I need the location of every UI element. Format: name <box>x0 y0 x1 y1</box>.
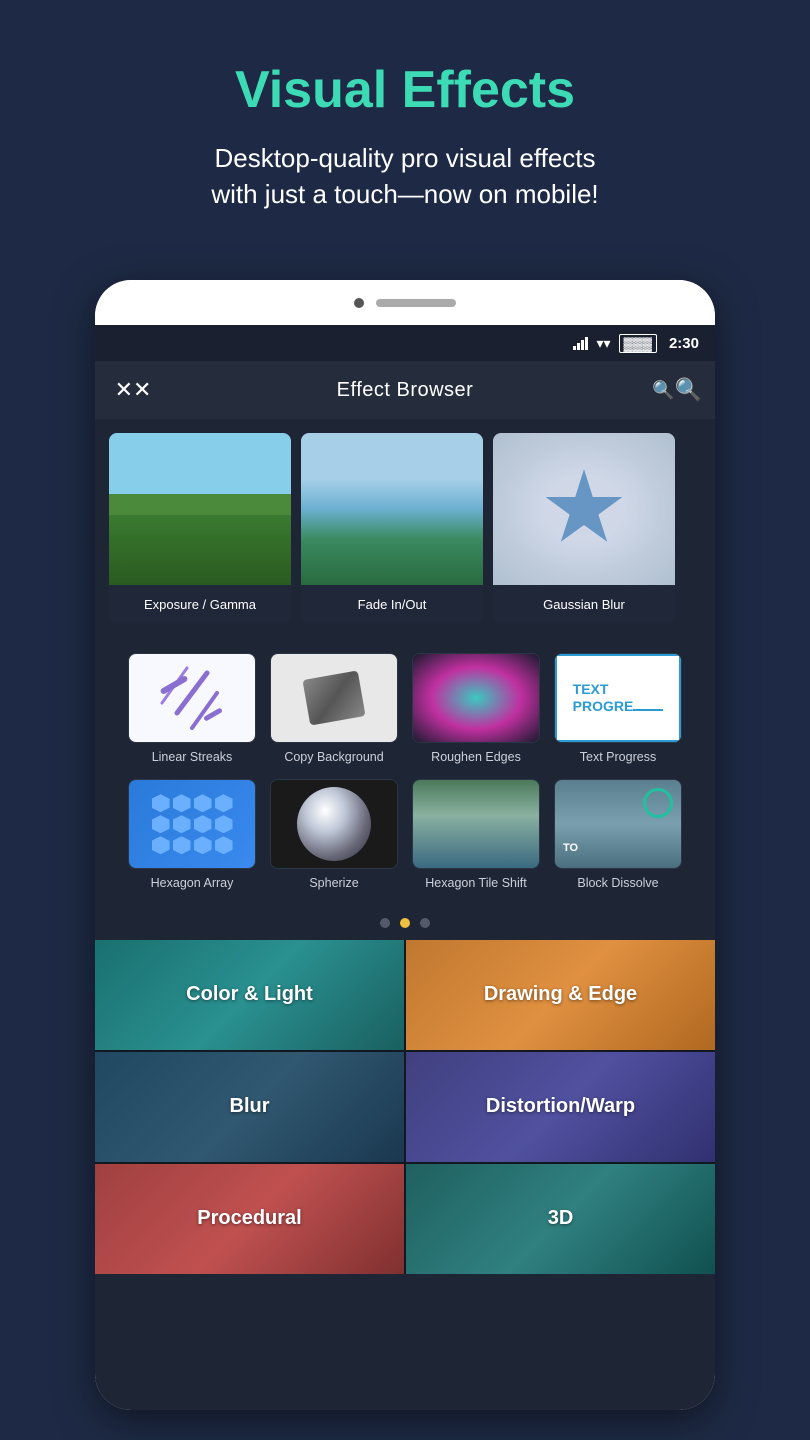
hex-cell <box>173 794 191 812</box>
dissolve-circle <box>643 788 673 818</box>
phone-top-bar <box>95 280 715 325</box>
phone-speaker <box>376 299 456 307</box>
linear-thumb <box>128 653 256 743</box>
hex-cell <box>152 836 170 854</box>
effect-card-fade[interactable]: Fade In/Out <box>301 433 483 623</box>
effect-item-hexshift[interactable]: Hexagon Tile Shift <box>410 779 542 891</box>
horizontal-scroll[interactable]: Exposure / Gamma Fade In/Out Gaussian Bl… <box>95 419 715 637</box>
hex-grid <box>152 794 233 854</box>
hex-cell <box>215 794 233 812</box>
category-drawing-label: Drawing & Edge <box>484 983 637 1006</box>
effect-item-blockdissolve[interactable]: TO Block Dissolve <box>552 779 684 891</box>
copy-shape <box>302 670 365 725</box>
text-thumb: TEXTPROGRE <box>554 653 682 743</box>
sphere-shape <box>297 787 371 861</box>
fade-label: Fade In/Out <box>301 585 483 623</box>
linear-thumb-img <box>129 654 255 742</box>
category-3d-label: 3D <box>548 1207 574 1230</box>
effect-item-text[interactable]: TEXTPROGRE Text Progress <box>552 653 684 765</box>
hexshift-thumb-img <box>413 780 539 868</box>
category-blur-label: Blur <box>230 1095 270 1118</box>
category-distortion[interactable]: Distortion/Warp <box>406 1052 715 1162</box>
hexshift-name: Hexagon Tile Shift <box>425 875 526 891</box>
gaussian-label: Gaussian Blur <box>493 585 675 623</box>
phone-mockup: ▾▾ ▓▓▓ 2:30 ✕ Effect Browser 🔍 Exposure … <box>95 280 715 1410</box>
category-procedural-label: Procedural <box>197 1207 301 1230</box>
wifi-icon: ▾▾ <box>596 335 610 352</box>
copy-thumb <box>270 653 398 743</box>
category-blur[interactable]: Blur <box>95 1052 404 1162</box>
effect-card-gaussian[interactable]: Gaussian Blur <box>493 433 675 623</box>
hex-cell <box>173 815 191 833</box>
blockdissolve-name: Block Dissolve <box>577 875 658 891</box>
hex-cell <box>194 836 212 854</box>
hex-cell <box>173 836 191 854</box>
blockdissolve-thumb-img: TO <box>555 780 681 868</box>
roughen-thumb <box>412 653 540 743</box>
hex-cell <box>215 836 233 854</box>
screen-title: Effect Browser <box>337 379 474 402</box>
hexshift-thumb <box>412 779 540 869</box>
spherize-name: Spherize <box>309 875 358 891</box>
header-section: Visual Effects Desktop-quality pro visua… <box>0 0 810 253</box>
category-color-light-label: Color & Light <box>186 983 313 1006</box>
effect-grid: Linear Streaks Copy Background <box>95 637 715 914</box>
linear-name: Linear Streaks <box>152 749 233 765</box>
roughen-thumb-img <box>413 654 539 742</box>
dissolve-text: TO <box>563 842 578 854</box>
copy-name: Copy Background <box>284 749 383 765</box>
hex-cell <box>194 815 212 833</box>
hex-cell <box>215 815 233 833</box>
effect-item-linear[interactable]: Linear Streaks <box>126 653 258 765</box>
phone-dot <box>354 298 364 308</box>
hex-cell <box>194 794 212 812</box>
gaussian-thumbnail <box>493 433 675 585</box>
hexarray-thumb <box>128 779 256 869</box>
star-decoration <box>544 469 624 549</box>
effect-row-2: Hexagon Array Spherize Hexag <box>109 779 701 891</box>
effect-item-copy[interactable]: Copy Background <box>268 653 400 765</box>
spherize-bg <box>271 780 397 868</box>
category-grid: Color & Light Drawing & Edge Blur Distor… <box>95 940 715 1274</box>
signal-icon <box>573 336 588 350</box>
page-dot-3[interactable] <box>420 918 430 928</box>
page-dot-2[interactable] <box>400 918 410 928</box>
blockdissolve-thumb: TO <box>554 779 682 869</box>
category-distortion-label: Distortion/Warp <box>486 1095 635 1118</box>
exposure-thumbnail <box>109 433 291 585</box>
linear-streaks-svg <box>152 658 232 738</box>
fade-thumbnail <box>301 433 483 585</box>
exposure-label: Exposure / Gamma <box>109 585 291 623</box>
status-bar: ▾▾ ▓▓▓ 2:30 <box>95 325 715 361</box>
roughen-name: Roughen Edges <box>431 749 521 765</box>
effect-card-exposure[interactable]: Exposure / Gamma <box>109 433 291 623</box>
category-drawing[interactable]: Drawing & Edge <box>406 940 715 1050</box>
page-dot-1[interactable] <box>380 918 390 928</box>
effect-item-hexarray[interactable]: Hexagon Array <box>126 779 258 891</box>
spherize-thumb <box>270 779 398 869</box>
page-subtitle: Desktop-quality pro visual effectswith j… <box>60 140 750 213</box>
text-prog-inner: TEXTPROGRE <box>569 677 668 719</box>
battery-icon: ▓▓▓ <box>619 334 657 353</box>
hexarray-name: Hexagon Array <box>151 875 234 891</box>
category-procedural[interactable]: Procedural <box>95 1164 404 1274</box>
top-bar: ✕ Effect Browser 🔍 <box>95 361 715 419</box>
pagination <box>95 914 715 940</box>
search-button[interactable]: 🔍 <box>659 372 695 408</box>
status-time: 2:30 <box>669 335 699 352</box>
category-3d[interactable]: 3D <box>406 1164 715 1274</box>
hex-cell <box>152 815 170 833</box>
copy-thumb-img <box>271 654 397 742</box>
hex-cell <box>152 794 170 812</box>
page-title: Visual Effects <box>60 60 750 120</box>
category-color-light[interactable]: Color & Light <box>95 940 404 1050</box>
effect-item-roughen[interactable]: Roughen Edges <box>410 653 542 765</box>
effect-item-spherize[interactable]: Spherize <box>268 779 400 891</box>
phone-screen: ▾▾ ▓▓▓ 2:30 ✕ Effect Browser 🔍 Exposure … <box>95 325 715 1410</box>
hexarray-thumb-img <box>129 780 255 868</box>
text-name: Text Progress <box>580 749 656 765</box>
text-thumb-img: TEXTPROGRE <box>555 654 681 742</box>
effect-row-1: Linear Streaks Copy Background <box>109 653 701 765</box>
close-button[interactable]: ✕ <box>115 372 151 408</box>
